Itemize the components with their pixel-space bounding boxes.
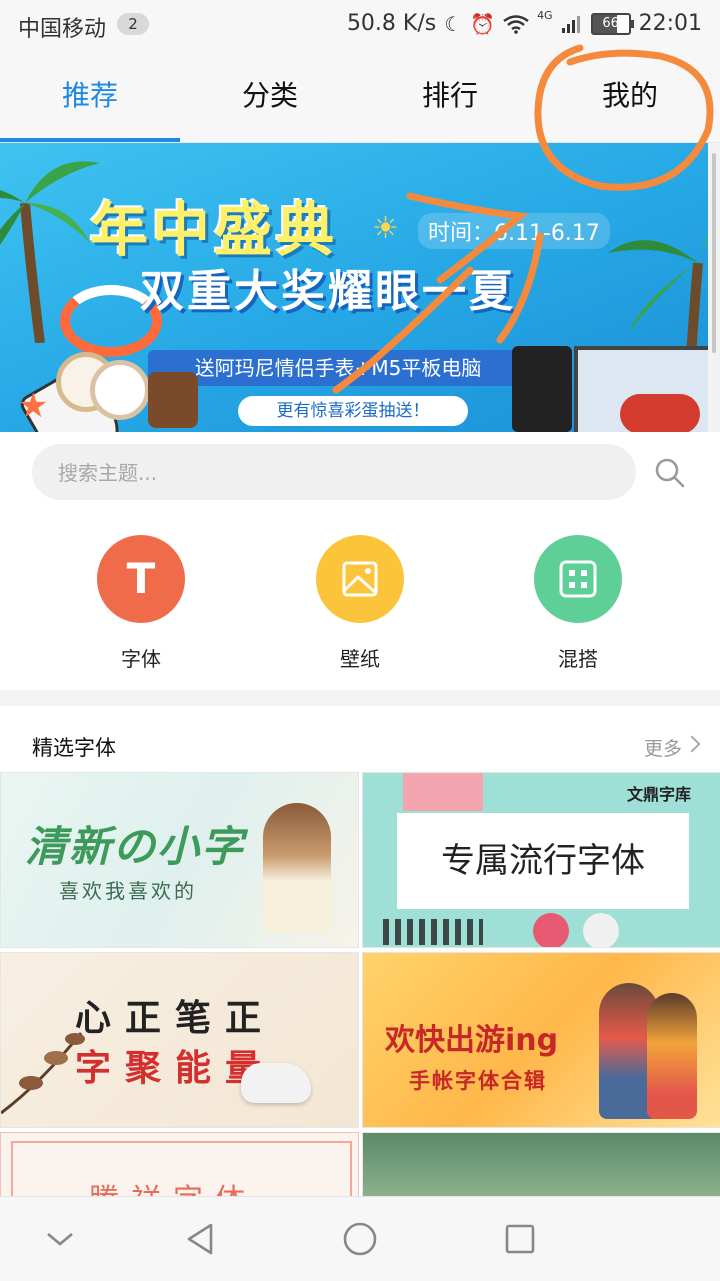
category-font[interactable]: T 字体 — [81, 535, 201, 672]
notification-count-badge: 2 — [117, 13, 149, 35]
decor-shape — [533, 913, 569, 947]
brand-logo: 文鼎字库 — [626, 785, 691, 804]
moon-icon: ☾ — [444, 11, 463, 36]
decor-shape — [403, 773, 483, 811]
sun-icon: ☀ — [372, 211, 399, 246]
back-button[interactable] — [140, 1197, 260, 1281]
search-input[interactable] — [56, 444, 620, 502]
battery-icon: 66 — [590, 12, 634, 35]
system-nav-bar — [0, 1196, 720, 1281]
search-icon[interactable] — [652, 455, 688, 491]
tab-category[interactable]: 分类 — [180, 50, 360, 142]
active-tab-indicator — [0, 138, 180, 142]
recents-square-icon — [505, 1224, 535, 1254]
font-card[interactable]: 心正笔正 字聚能量 — [0, 952, 359, 1128]
collapse-button[interactable] — [0, 1197, 120, 1281]
back-triangle-icon — [187, 1223, 213, 1255]
home-circle-icon — [343, 1222, 377, 1256]
card-subtitle: 手帐字体合辑 — [409, 1069, 547, 1093]
mix-icon — [534, 535, 622, 623]
girl-illustration — [263, 803, 331, 933]
home-button[interactable] — [300, 1197, 420, 1281]
font-card[interactable]: 文鼎字库 专属流行字体 — [362, 772, 720, 948]
radio-image — [148, 372, 198, 428]
category-wallpaper[interactable]: 壁纸 — [300, 535, 420, 672]
category-font-label: 字体 — [121, 647, 161, 671]
network-type: 4G — [537, 9, 553, 22]
net-speed: 50.8 K/s — [346, 11, 437, 36]
decor-shape — [383, 919, 483, 945]
banner-time: 时间：6.11-6.17 — [418, 213, 610, 249]
alarm-icon: ⏰ — [470, 11, 496, 36]
search-bar[interactable] — [32, 444, 636, 502]
font-card[interactable] — [362, 1132, 720, 1202]
tab-mine[interactable]: 我的 — [540, 50, 720, 142]
signal-icon — [561, 15, 580, 33]
font-glyph: T — [126, 554, 156, 603]
banner-subtitle-2: 更有惊喜彩蛋抽送！ — [238, 396, 468, 426]
category-mix[interactable]: 混搭 — [518, 535, 638, 672]
tab-recommend[interactable]: 推荐 — [0, 50, 180, 142]
inkstone-illustration — [241, 1063, 311, 1103]
font-card[interactable]: 清新の小字 喜欢我喜欢的 — [0, 772, 359, 948]
banner-subtitle: 送阿玛尼情侣手表+M5平板电脑 — [148, 350, 528, 386]
promo-banner[interactable]: ☀ 年中盛典 时间：6.11-6.17 双重大奖耀眼一夏 送阿玛尼情侣手表+M5… — [0, 143, 708, 432]
recents-button[interactable] — [460, 1197, 580, 1281]
watch-image-2 — [90, 360, 150, 420]
tab-ranking[interactable]: 排行 — [360, 50, 540, 142]
wallpaper-icon — [316, 535, 404, 623]
status-right: 50.8 K/s ☾ ⏰ 4G 66 22:01 — [346, 9, 702, 36]
card-title: 心正笔正 — [75, 998, 276, 1039]
starfish-icon: ★ — [18, 386, 49, 426]
font-card[interactable]: 腾祥字体 — [0, 1132, 359, 1202]
section-divider — [0, 690, 720, 706]
chevron-down-icon — [47, 1233, 73, 1246]
category-mix-label: 混搭 — [558, 647, 598, 671]
status-bar: 中国移动 2 50.8 K/s ☾ ⏰ 4G 66 22:01 — [0, 0, 720, 50]
phone-image — [512, 346, 572, 432]
decor-shape — [583, 913, 619, 947]
card-title: 清新の小字 — [25, 822, 246, 871]
card-subtitle: 喜欢我喜欢的 — [59, 879, 197, 903]
banner-headline: 双重大奖耀眼一夏 — [140, 266, 516, 317]
card-title: 欢快出游ing — [385, 1023, 559, 1058]
font-icon: T — [97, 535, 185, 623]
chevron-right-icon[interactable] — [683, 735, 701, 753]
top-tab-bar: 推荐 分类 排行 我的 — [0, 50, 720, 143]
clock: 22:01 — [638, 11, 702, 36]
couple-illustration-2 — [647, 993, 697, 1119]
wifi-icon — [503, 14, 529, 34]
card-title: 专属流行字体 — [441, 841, 645, 881]
page-scrollbar[interactable] — [708, 143, 720, 432]
font-card[interactable]: 欢快出游ing 手帐字体合辑 — [362, 952, 720, 1128]
section-title: 精选字体 — [32, 736, 116, 760]
category-wallpaper-label: 壁纸 — [340, 647, 380, 671]
carrier-label: 中国移动 — [18, 17, 107, 42]
more-link[interactable]: 更多 — [644, 734, 682, 761]
gamepad-image — [620, 394, 700, 432]
